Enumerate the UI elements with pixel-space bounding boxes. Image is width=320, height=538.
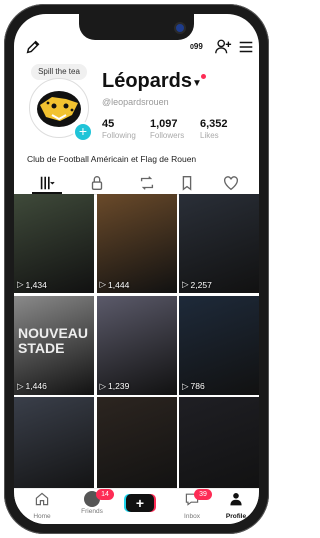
play-icon: ▷ — [182, 380, 189, 391]
stat-label: Likes — [200, 131, 219, 140]
tab-videos-icon[interactable] — [38, 174, 56, 192]
alerts-counter[interactable]: 099 — [190, 42, 214, 56]
alerts-count: 99 — [193, 42, 203, 51]
nav-label: Friends — [81, 508, 103, 515]
tab-liked-heart-icon[interactable] — [222, 174, 240, 192]
play-icon: ▷ — [99, 380, 107, 391]
profile-icon — [230, 493, 242, 506]
tab-repost-icon[interactable] — [138, 174, 156, 192]
profile-name: Léopards — [102, 70, 193, 92]
nav-profile[interactable]: Profile — [216, 491, 256, 520]
nav-label: Home — [33, 513, 51, 520]
video-thumbnail[interactable]: ▷ 786 — [179, 295, 259, 395]
video-thumbnail[interactable] — [179, 397, 259, 496]
menu-icon[interactable] — [237, 38, 255, 56]
video-thumbnail[interactable]: ▷ 1,444 — [96, 194, 177, 293]
stat-followers[interactable]: 1,097 Followers — [150, 118, 184, 140]
home-icon — [35, 492, 49, 506]
inbox-badge: 39 — [194, 489, 212, 500]
nav-inbox[interactable]: 39 Inbox — [172, 489, 212, 520]
create-button[interactable]: + — [126, 494, 154, 512]
add-user-icon[interactable] — [214, 38, 232, 56]
video-thumbnail[interactable] — [14, 397, 94, 496]
video-thumbnail[interactable]: NOUVEAU STADE ▷ 1,446 — [14, 295, 94, 395]
video-grid: ▷ 1,434 ▷ 1,444 ▷ 2,257 NOUVEAU STADE ▷ 1,446 ▷ 1,… — [14, 194, 259, 496]
nav-friends[interactable]: 14 Friends — [72, 489, 114, 515]
stat-value: 45 — [102, 118, 115, 130]
play-icon: ▷ — [17, 380, 24, 391]
view-count: ▷ 1,434 — [17, 279, 47, 290]
view-count-value: 2,257 — [190, 279, 212, 290]
view-count-value: 1,444 — [108, 279, 130, 290]
top-bar: 099 — [14, 36, 259, 60]
play-icon: ▷ — [17, 279, 24, 289]
video-thumbnail[interactable] — [96, 397, 177, 496]
notification-dot — [201, 74, 206, 79]
profile-bio: Club de Football Américain et Flag de Ro… — [27, 154, 197, 164]
view-count-value: 1,446 — [25, 381, 47, 391]
nav-home[interactable]: Home — [22, 491, 62, 520]
video-thumbnail[interactable]: ▷ 2,257 — [179, 194, 259, 293]
stat-label: Followers — [150, 131, 185, 140]
view-count: ▷ 1,446 — [17, 381, 47, 392]
screen: 099 Spill the tea + Léopards ▼ @leopards… — [14, 14, 259, 524]
chevron-down-icon[interactable]: ▼ — [192, 78, 202, 89]
camera-icon — [174, 22, 186, 34]
edit-icon[interactable] — [24, 38, 42, 56]
video-thumbnail[interactable]: ▷ 1,434 — [14, 194, 94, 293]
stat-value: 1,097 — [150, 118, 178, 130]
stat-value: 6,352 — [200, 118, 228, 130]
stat-likes[interactable]: 6,352 Likes — [200, 118, 228, 140]
nav-label: Profile — [225, 513, 247, 520]
view-count: ▷ 786 — [182, 381, 205, 392]
friends-badge: 14 — [96, 489, 114, 500]
tab-bookmark-icon[interactable] — [178, 174, 196, 192]
view-count-value: 1,239 — [108, 381, 130, 391]
view-count-value: 786 — [190, 381, 205, 391]
view-count-value: 1,434 — [25, 279, 47, 290]
thumbnail-overlay-text: NOUVEAU STADE — [18, 324, 89, 356]
bottom-nav: Home 14 Friends + 39 Inbox Profile — [14, 488, 259, 524]
view-count: ▷ 1,444 — [100, 279, 130, 290]
content-tabs — [14, 172, 259, 195]
profile-handle: @leopardsrouen — [102, 97, 169, 107]
avatar-area: Spill the tea + — [27, 64, 93, 142]
view-count: ▷ 1,239 — [100, 381, 130, 392]
view-count: ▷ 2,257 — [182, 279, 212, 290]
phone-frame: 099 Spill the tea + Léopards ▼ @leopards… — [4, 4, 269, 534]
video-thumbnail[interactable]: ▷ 1,239 — [96, 295, 177, 395]
tab-private-lock-icon[interactable] — [88, 174, 106, 192]
play-icon: ▷ — [99, 279, 107, 289]
stat-label: Following — [102, 131, 136, 140]
add-story-button[interactable]: + — [73, 122, 93, 142]
nav-label: Inbox — [184, 513, 200, 520]
stat-following[interactable]: 45 Following — [102, 118, 136, 140]
play-icon: ▷ — [182, 279, 189, 289]
